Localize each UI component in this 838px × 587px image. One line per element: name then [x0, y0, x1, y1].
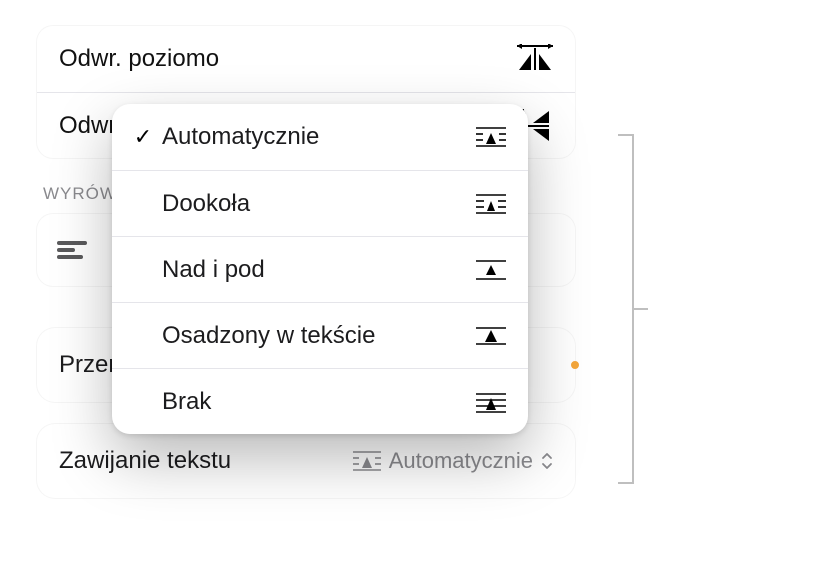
- menu-item-brak[interactable]: Brak: [112, 368, 528, 434]
- toggle-indicator-icon: [571, 361, 579, 369]
- menu-item-automatycznie[interactable]: ✓ Automatycznie: [112, 104, 528, 170]
- text-wrap-label: Zawijanie tekstu: [59, 447, 231, 475]
- wrap-auto-icon: [353, 450, 381, 472]
- text-wrap-popup: ✓ Automatycznie Dookoła: [112, 104, 528, 434]
- chevrons-icon: [541, 452, 553, 470]
- menu-item-nad-i-pod[interactable]: Nad i pod: [112, 236, 528, 302]
- flip-horizontal-row[interactable]: Odwr. poziomo: [37, 26, 575, 92]
- menu-item-label: Nad i pod: [158, 256, 474, 284]
- text-wrap-value: Automatycznie: [389, 448, 533, 474]
- menu-item-label: Dookoła: [158, 190, 474, 218]
- wrap-around-icon: [474, 193, 508, 215]
- align-left-button[interactable]: [57, 226, 113, 274]
- flip-horizontal-label: Odwr. poziomo: [59, 45, 219, 73]
- callout-bracket: [618, 134, 648, 484]
- wrap-inline-icon: [474, 325, 508, 347]
- check-icon: ✓: [128, 124, 158, 150]
- menu-item-label: Osadzony w tekście: [158, 322, 474, 350]
- wrap-auto-icon: [474, 126, 508, 148]
- flip-horizontal-icon: [517, 44, 553, 74]
- menu-item-osadzony[interactable]: Osadzony w tekście: [112, 302, 528, 368]
- text-wrap-row[interactable]: Zawijanie tekstu Automatycznie: [37, 424, 575, 498]
- align-left-icon: [57, 238, 87, 262]
- wrap-none-icon: [474, 391, 508, 413]
- menu-item-label: Automatycznie: [158, 123, 474, 151]
- menu-item-dookola[interactable]: Dookoła: [112, 170, 528, 236]
- text-wrap-picker[interactable]: Automatycznie: [353, 448, 553, 474]
- wrap-above-below-icon: [474, 259, 508, 281]
- menu-item-label: Brak: [158, 388, 474, 416]
